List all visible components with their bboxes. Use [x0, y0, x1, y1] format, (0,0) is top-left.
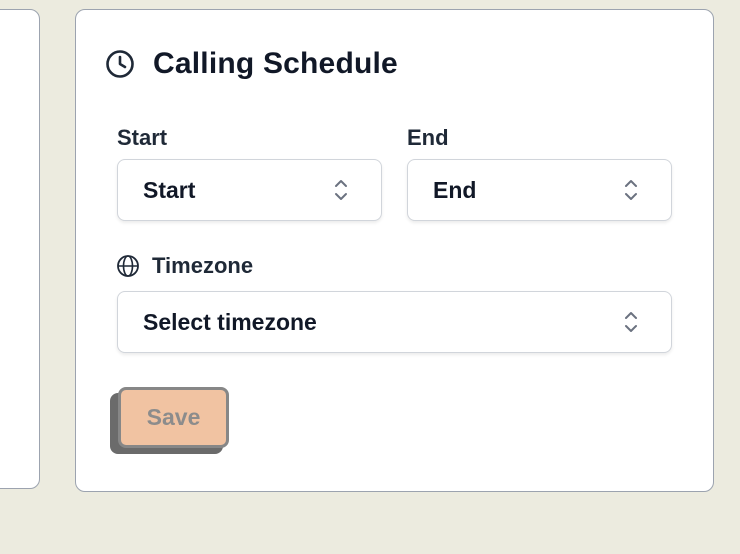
end-label: End: [407, 125, 449, 150]
end-select-value: End: [433, 176, 477, 203]
start-select-value: Start: [143, 176, 196, 203]
timezone-select[interactable]: Select timezone: [117, 291, 672, 353]
page: Calling Schedule Start Start End End Tim…: [0, 0, 740, 554]
chevron-up-down-icon: [621, 309, 641, 335]
card-title: Calling Schedule: [153, 47, 398, 80]
start-label: Start: [117, 125, 168, 150]
chevron-up-down-icon: [621, 177, 641, 203]
end-select[interactable]: End: [407, 159, 672, 221]
calling-schedule-card: Calling Schedule Start Start End End Tim…: [75, 9, 714, 492]
adjacent-card: [0, 9, 40, 489]
card-header: Calling Schedule: [105, 46, 398, 82]
start-select[interactable]: Start: [117, 159, 382, 221]
save-button[interactable]: Save: [118, 387, 229, 448]
timezone-select-value: Select timezone: [143, 308, 317, 335]
timezone-label: Timezone: [116, 252, 253, 280]
globe-icon: [116, 254, 140, 278]
timezone-label-text: Timezone: [152, 253, 254, 278]
clock-icon: [105, 49, 135, 79]
chevron-up-down-icon: [331, 177, 351, 203]
